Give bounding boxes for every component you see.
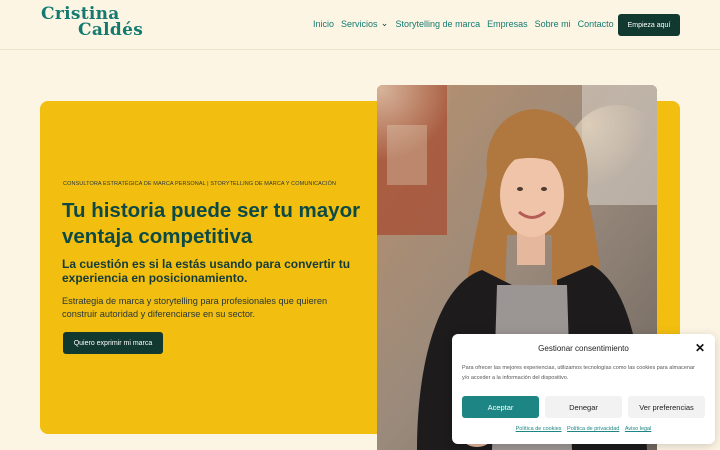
consent-title: Gestionar consentimiento bbox=[538, 344, 629, 353]
accept-button[interactable]: Aceptar bbox=[462, 396, 539, 418]
nav-storytelling[interactable]: Storytelling de marca bbox=[396, 19, 481, 29]
quiero-exprimir-button[interactable]: Quiero exprimir mi marca bbox=[63, 332, 163, 354]
consent-links: Política de cookies Política de privacid… bbox=[452, 426, 715, 432]
cookie-policy-link[interactable]: Política de cookies bbox=[516, 426, 562, 432]
nav-inicio[interactable]: Inicio bbox=[313, 19, 334, 29]
empieza-aqui-button[interactable]: Empieza aquí bbox=[618, 14, 680, 36]
nav-servicios[interactable]: Servicios bbox=[341, 19, 378, 29]
legal-notice-link[interactable]: Aviso legal bbox=[625, 426, 652, 432]
cookie-consent-dialog: Gestionar consentimiento ✕ Para ofrecer … bbox=[452, 334, 715, 444]
logo-line-2: Caldés bbox=[78, 20, 144, 40]
brand-logo[interactable]: Cristina Caldés bbox=[41, 6, 144, 40]
chevron-down-icon[interactable]: ⌄ bbox=[380, 18, 390, 29]
privacy-policy-link[interactable]: Política de privacidad bbox=[567, 426, 619, 432]
deny-button[interactable]: Denegar bbox=[545, 396, 622, 418]
preferences-button[interactable]: Ver preferencias bbox=[628, 396, 705, 418]
main-nav: Inicio Servicios ⌄ Storytelling de marca… bbox=[313, 18, 621, 29]
nav-contacto[interactable]: Contacto bbox=[578, 19, 614, 29]
nav-empresas[interactable]: Empresas bbox=[487, 19, 528, 29]
hero-subtitle: La cuestión es si la estás usando para c… bbox=[62, 257, 351, 285]
nav-sobre-mi[interactable]: Sobre mi bbox=[535, 19, 571, 29]
consent-text: Para ofrecer las mejores experiencias, u… bbox=[462, 365, 695, 381]
hero-description: Estrategia de marca y storytelling para … bbox=[62, 296, 328, 319]
hero-eyebrow: CONSULTORA ESTRATÉGICA DE MARCA PERSONAL… bbox=[63, 181, 337, 187]
hero-title: Tu historia puede ser tu mayor ventaja c… bbox=[62, 199, 361, 248]
close-icon[interactable]: ✕ bbox=[695, 342, 705, 354]
site-header: Cristina Caldés Inicio Servicios ⌄ Story… bbox=[0, 0, 720, 50]
